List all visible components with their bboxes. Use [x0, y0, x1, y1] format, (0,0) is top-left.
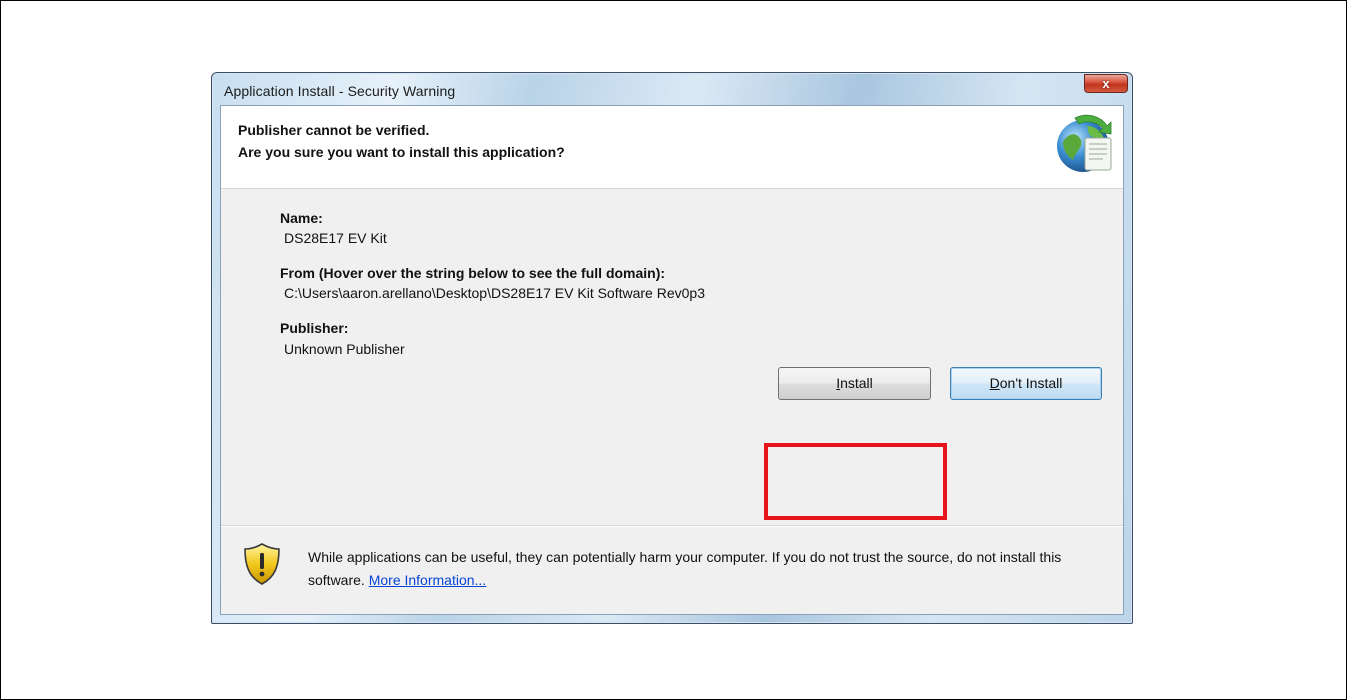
close-button[interactable]: x [1084, 74, 1128, 93]
from-label: From (Hover over the string below to see… [280, 265, 666, 281]
more-information-link[interactable]: More Information... [369, 572, 487, 588]
from-value[interactable]: C:\Users\aaron.arellano\Desktop\DS28E17 … [284, 285, 705, 301]
publisher-label: Publisher: [280, 320, 349, 336]
security-shield-icon [244, 543, 280, 585]
install-label: nstall [840, 375, 873, 391]
header-title: Publisher cannot be verified. [238, 122, 430, 138]
dialog-footer: While applications can be useful, they c… [221, 525, 1123, 614]
install-highlight-box [764, 443, 947, 520]
warning-message: While applications can be useful, they c… [308, 546, 1108, 592]
security-warning-dialog: Application Install - Security Warning x… [211, 72, 1133, 624]
install-button[interactable]: Install [778, 367, 931, 400]
publisher-value: Unknown Publisher [284, 341, 405, 357]
dialog-header: Publisher cannot be verified. Are you su… [221, 106, 1123, 189]
title-bar[interactable]: Application Install - Security Warning x [212, 73, 1132, 106]
name-value: DS28E17 EV Kit [284, 230, 387, 246]
header-question: Are you sure you want to install this ap… [238, 144, 565, 160]
dialog-body: Publisher cannot be verified. Are you su… [220, 105, 1124, 615]
dont-install-label: on't Install [999, 375, 1063, 391]
close-icon: x [1102, 76, 1110, 91]
dont-install-accel: D [989, 375, 1000, 391]
name-label: Name: [280, 210, 323, 226]
globe-install-icon [1057, 114, 1112, 172]
window-title: Application Install - Security Warning [224, 83, 456, 99]
dont-install-button[interactable]: Don't Install [950, 367, 1102, 400]
